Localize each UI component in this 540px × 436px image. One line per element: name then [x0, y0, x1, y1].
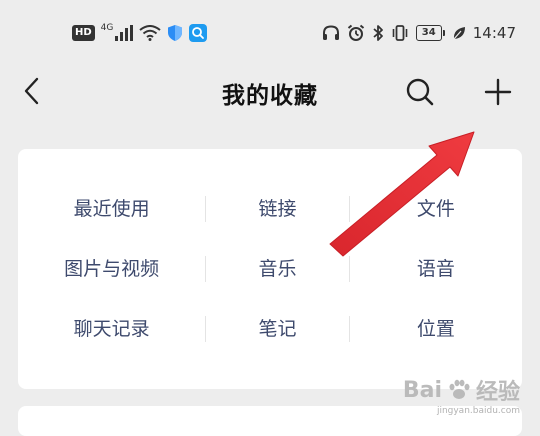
- plus-icon: [484, 78, 512, 106]
- paw-icon: [449, 379, 470, 399]
- alarm-icon: [347, 24, 364, 41]
- app-search-icon: [189, 24, 208, 42]
- leaf-icon: [453, 27, 465, 40]
- vibrate-icon: [392, 25, 408, 41]
- category-row: 图片与视频 音乐 语音: [18, 239, 522, 299]
- shield-icon: [168, 25, 183, 41]
- search-icon: [406, 78, 434, 106]
- baidu-watermark: Bai 经验 jingyan.baidu.com: [402, 374, 520, 417]
- category-voice[interactable]: 语音: [350, 254, 522, 284]
- add-button[interactable]: [480, 74, 516, 110]
- bluetooth-icon: [373, 25, 383, 41]
- watermark-brand: Bai: [402, 377, 442, 403]
- battery-level: 34: [415, 25, 442, 41]
- headphones-icon: [322, 25, 339, 40]
- watermark-url: jingyan.baidu.com: [436, 406, 520, 416]
- hd-badge: HD: [72, 25, 95, 41]
- battery-indicator: 34: [415, 25, 445, 41]
- category-location[interactable]: 位置: [350, 314, 522, 344]
- page-title: 我的收藏: [222, 82, 318, 109]
- nav-bar: 我的收藏: [0, 66, 540, 116]
- status-bar: HD 4G 34 14:47: [0, 0, 540, 66]
- wifi-icon: [139, 25, 161, 41]
- category-music[interactable]: 音乐: [206, 254, 348, 284]
- category-chat-history[interactable]: 聊天记录: [18, 314, 205, 344]
- category-row: 最近使用 链接 文件: [18, 179, 522, 239]
- category-grid: 最近使用 链接 文件 图片与视频 音乐 语音 聊天记录 笔记 位置: [18, 179, 522, 359]
- status-right: 34 14:47: [322, 22, 516, 44]
- network-type: 4G: [100, 23, 114, 33]
- category-row: 聊天记录 笔记 位置: [18, 299, 522, 359]
- watermark-brand-suffix: 经验: [475, 380, 520, 405]
- category-notes[interactable]: 笔记: [206, 314, 348, 344]
- signal-icon: [115, 25, 134, 41]
- category-recent[interactable]: 最近使用: [18, 194, 205, 224]
- category-files[interactable]: 文件: [350, 194, 522, 224]
- status-left: HD 4G: [72, 22, 208, 44]
- status-time: 14:47: [472, 24, 516, 42]
- category-card: 最近使用 链接 文件 图片与视频 音乐 语音 聊天记录 笔记 位置: [18, 149, 522, 389]
- search-button[interactable]: [402, 74, 438, 110]
- category-links[interactable]: 链接: [206, 194, 348, 224]
- category-images-videos[interactable]: 图片与视频: [18, 254, 205, 284]
